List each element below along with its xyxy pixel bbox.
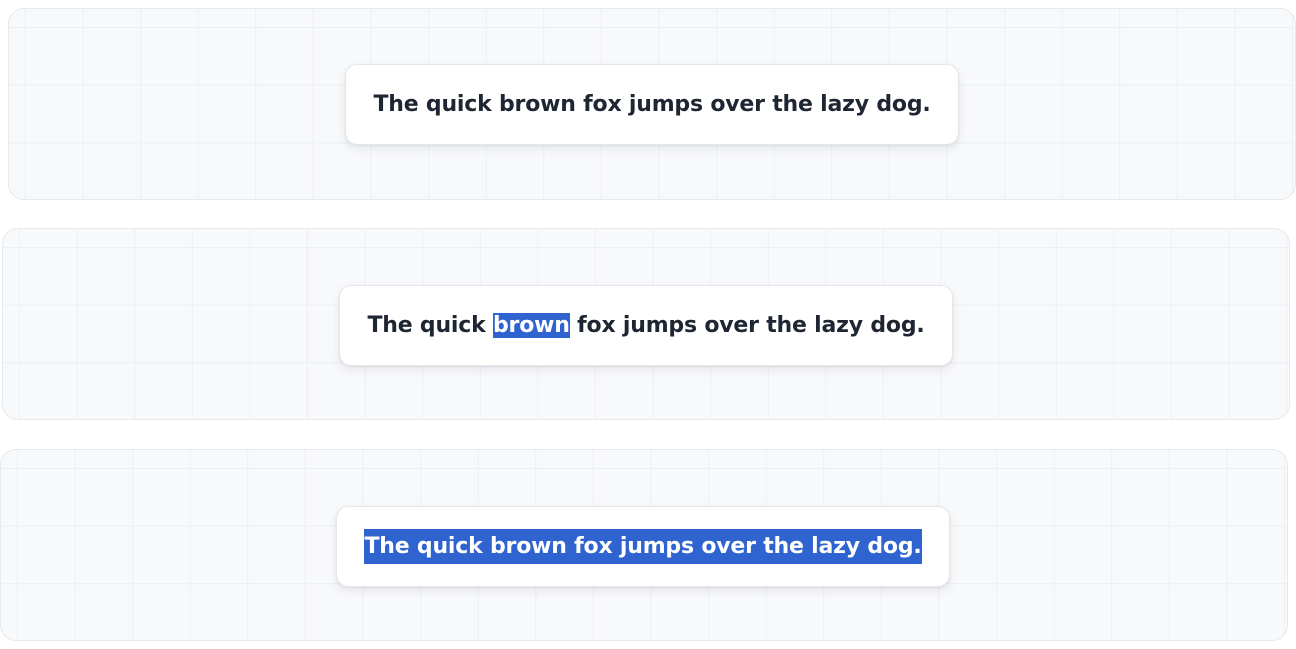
text-card-word-selection[interactable]: The quick brown fox jumps over the lazy … — [339, 285, 953, 366]
text-card-full-selection[interactable]: The quick brown fox jumps over the lazy … — [336, 506, 950, 587]
selected-word-highlight[interactable]: brown — [493, 313, 570, 338]
selected-text-highlight[interactable]: The quick brown fox jumps over the lazy … — [364, 529, 922, 564]
text-after-selection[interactable]: fox jumps over the lazy dog. — [570, 313, 925, 338]
text-before-selection[interactable]: The quick — [367, 313, 493, 338]
text-card-no-selection[interactable]: The quick brown fox jumps over the lazy … — [345, 64, 959, 145]
sample-text[interactable]: The quick brown fox jumps over the lazy … — [373, 87, 930, 122]
sample-text[interactable]: The quick brown fox jumps over the lazy … — [367, 308, 925, 343]
